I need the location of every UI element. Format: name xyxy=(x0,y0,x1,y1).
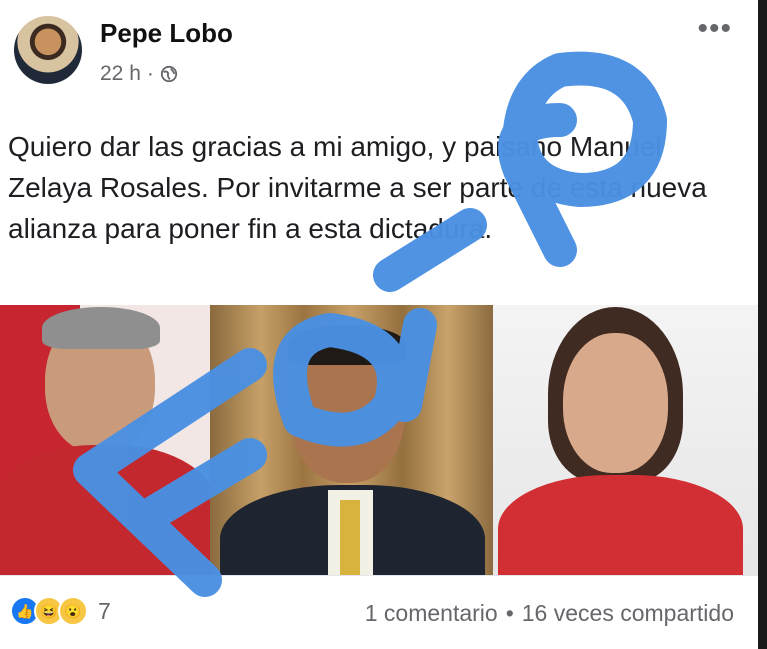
post-photos[interactable] xyxy=(0,305,758,575)
reactions[interactable]: 👍 😆 😮 7 xyxy=(10,596,111,626)
engagement-stats: 1 comentario • 16 veces compartido xyxy=(365,600,734,627)
post-text: Quiero dar las gracias a mi amigo, y pai… xyxy=(8,131,707,244)
post-time[interactable]: 22 h xyxy=(100,62,141,86)
photo-woman-in-red-blouse[interactable] xyxy=(493,305,758,575)
author-avatar[interactable] xyxy=(14,16,82,84)
facebook-post: Pepe Lobo 22 h · ••• Quiero dar las grac… xyxy=(0,0,758,649)
globe-icon xyxy=(160,65,177,83)
post-meta: 22 h · xyxy=(100,62,178,86)
stats-separator: • xyxy=(505,600,514,626)
shares-count[interactable]: 16 veces compartido xyxy=(522,600,734,627)
photo-man-in-red-shirt[interactable] xyxy=(0,305,210,575)
more-options-icon[interactable]: ••• xyxy=(697,12,732,46)
reaction-count[interactable]: 7 xyxy=(98,598,111,625)
photo-man-in-suit[interactable] xyxy=(210,305,493,575)
wow-icon: 😮 xyxy=(58,596,88,626)
post-footer: 👍 😆 😮 7 1 comentario • 16 veces comparti… xyxy=(0,575,758,649)
author-name[interactable]: Pepe Lobo xyxy=(100,18,233,49)
comments-count[interactable]: 1 comentario xyxy=(365,600,498,627)
meta-separator: · xyxy=(146,62,154,85)
